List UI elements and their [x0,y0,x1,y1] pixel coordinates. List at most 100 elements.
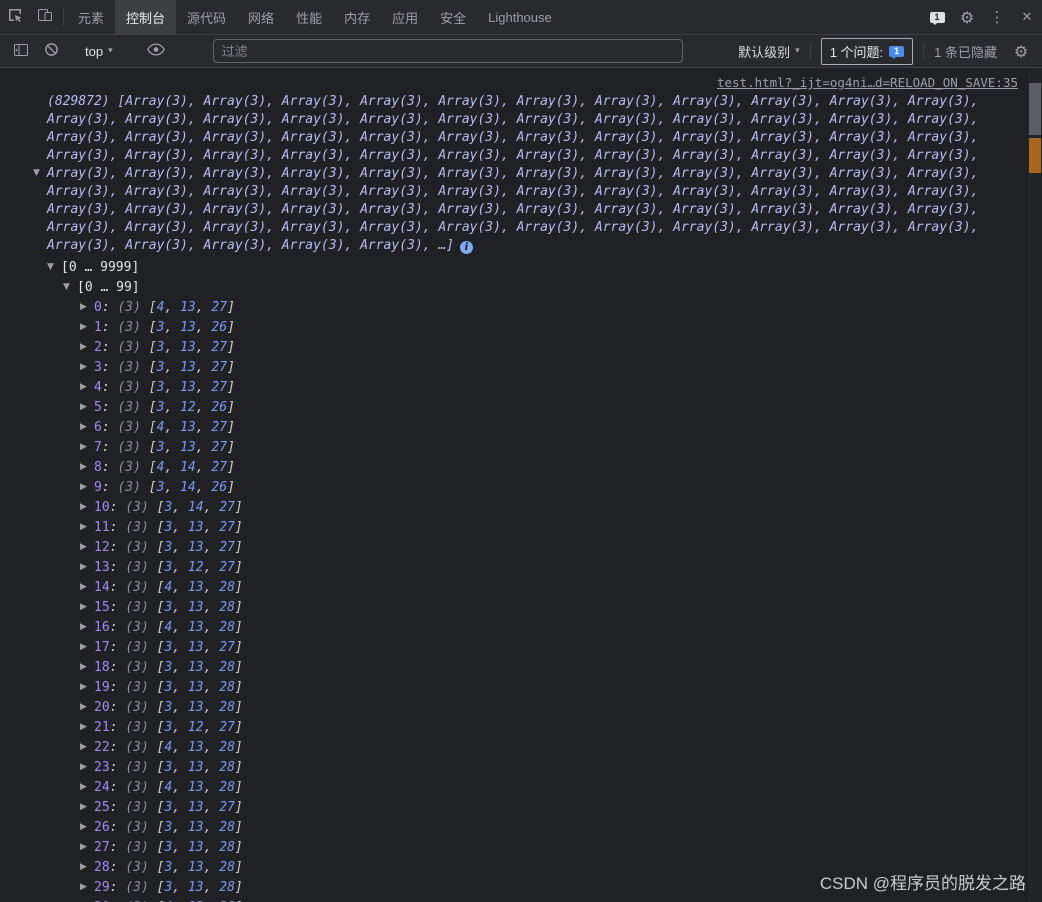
info-icon[interactable]: i [460,241,473,254]
expander-triangle-icon[interactable]: ▶ [80,422,94,432]
array-item-row[interactable]: ▶ 18: (3) [3, 13, 28] [80,657,990,677]
array-range-group[interactable]: ▼ [0 … 9999] [47,257,990,277]
expander-triangle-icon[interactable]: ▶ [80,302,94,312]
array-item-row[interactable]: ▶ 4: (3) [3, 13, 27] [80,377,990,397]
expander-triangle-icon[interactable]: ▶ [80,542,94,552]
expander-triangle-icon[interactable]: ▶ [80,362,94,372]
array-item-row[interactable]: ▶ 2: (3) [3, 13, 27] [80,337,990,357]
array-item-row[interactable]: ▶ 0: (3) [4, 13, 27] [80,297,990,317]
tab-security[interactable]: 安全 [429,0,477,34]
tab-performance[interactable]: 性能 [285,0,333,34]
array-index: 5 [94,399,102,415]
array-item-row[interactable]: ▶ 1: (3) [3, 13, 26] [80,317,990,337]
array-item-row[interactable]: ▶ 9: (3) [3, 14, 26] [80,477,990,497]
array-item-row[interactable]: ▶ 8: (3) [4, 14, 27] [80,457,990,477]
console-settings-button[interactable]: ⚙ [1006,42,1036,61]
array-range-group[interactable]: ▼ [0 … 99] [63,277,990,297]
array-item-row[interactable]: ▶ 10: (3) [3, 14, 27] [80,497,990,517]
array-item-row[interactable]: ▶ 17: (3) [3, 13, 27] [80,637,990,657]
expander-triangle-icon[interactable]: ▶ [80,482,94,492]
array-item-row[interactable]: ▶ 12: (3) [3, 13, 27] [80,537,990,557]
tab-application[interactable]: 应用 [381,0,429,34]
expander-triangle-icon[interactable]: ▶ [80,682,94,692]
expander-triangle-icon[interactable]: ▶ [80,342,94,352]
expander-triangle-icon[interactable]: ▶ [80,762,94,772]
range-label: [0 … 99] [77,279,140,295]
array-index: 22 [94,739,110,755]
tab-memory[interactable]: 内存 [333,0,381,34]
expander-triangle-icon[interactable]: ▶ [80,802,94,812]
array-item-row[interactable]: ▶ 13: (3) [3, 12, 27] [80,557,990,577]
sidebar-panel-icon [13,42,29,61]
array-item-row[interactable]: ▶ 3: (3) [3, 13, 27] [80,357,990,377]
expander-triangle-icon[interactable]: ▶ [80,642,94,652]
scrollbar[interactable] [1028,68,1042,902]
expander-triangle-icon[interactable]: ▶ [80,862,94,872]
source-location-link[interactable]: test.html?_ijt=og4ni…d=RELOAD_ON_SAVE:35 [717,75,1018,90]
tab-lighthouse[interactable]: Lighthouse [477,0,563,34]
clear-console-button[interactable] [36,42,66,60]
expander-triangle-icon[interactable]: ▼ [33,168,40,178]
array-item-row[interactable]: ▶ 15: (3) [3, 13, 28] [80,597,990,617]
expander-triangle-icon[interactable]: ▶ [80,722,94,732]
array-item-row[interactable]: ▶ 23: (3) [3, 13, 28] [80,757,990,777]
array-item-row[interactable]: ▶ 14: (3) [4, 13, 28] [80,577,990,597]
expander-triangle-icon[interactable]: ▶ [80,502,94,512]
array-item-row[interactable]: ▶ 6: (3) [4, 13, 27] [80,417,990,437]
expander-triangle-icon[interactable]: ▶ [80,322,94,332]
array-item-row[interactable]: ▶30: (3) [4, 13, 28] [80,897,990,902]
array-item-row[interactable]: ▶ 20: (3) [3, 13, 28] [80,697,990,717]
array-index: 4 [94,379,102,395]
expander-triangle-icon[interactable]: ▶ [80,822,94,832]
array-item-row[interactable]: ▶ 24: (3) [4, 13, 28] [80,777,990,797]
array-item-row[interactable]: ▶ 11: (3) [3, 13, 27] [80,517,990,537]
javascript-context-selector[interactable]: top ▾ [85,44,113,59]
expander-triangle-icon[interactable]: ▶ [80,522,94,532]
inspect-element-button[interactable] [0,0,30,34]
expander-triangle-icon[interactable]: ▶ [80,562,94,572]
array-item-row[interactable]: ▶ 19: (3) [3, 13, 28] [80,677,990,697]
close-devtools-button[interactable]: ✕ [1012,0,1042,34]
expander-triangle-icon[interactable]: ▶ [80,602,94,612]
tab-console[interactable]: 控制台 [115,0,177,34]
array-index: 3 [94,359,102,375]
create-live-expression-button[interactable] [141,43,171,59]
expander-triangle-icon[interactable]: ▶ [80,402,94,412]
expander-triangle-icon[interactable]: ▶ [80,442,94,452]
settings-button[interactable]: ⚙ [952,0,982,34]
tab-elements[interactable]: 元素 [67,0,115,34]
array-item-row[interactable]: ▶ 26: (3) [3, 13, 28] [80,817,990,837]
expander-triangle-icon[interactable]: ▼ [47,262,61,272]
expander-triangle-icon[interactable]: ▶ [80,782,94,792]
expander-triangle-icon[interactable]: ▶ [80,662,94,672]
array-item-row[interactable]: ▶ 21: (3) [3, 12, 27] [80,717,990,737]
array-item-row[interactable]: ▶ 25: (3) [3, 13, 27] [80,797,990,817]
row-value-preview: : (3) [3, 13, 28] [109,599,243,615]
expander-triangle-icon[interactable]: ▶ [80,842,94,852]
expander-triangle-icon[interactable]: ▶ [80,882,94,892]
log-levels-dropdown[interactable]: 默认级别 ▾ [738,42,800,61]
array-item-row[interactable]: ▶ 22: (3) [4, 13, 28] [80,737,990,757]
tab-sources[interactable]: 源代码 [176,0,237,34]
expander-triangle-icon[interactable]: ▶ [80,622,94,632]
more-options-button[interactable]: ⋮ [982,0,1012,34]
array-item-row[interactable]: ▶ 5: (3) [3, 12, 26] [80,397,990,417]
array-item-row[interactable]: ▶ 27: (3) [3, 13, 28] [80,837,990,857]
array-item-row[interactable]: ▶ 16: (3) [4, 13, 28] [80,617,990,637]
tab-network[interactable]: 网络 [237,0,285,34]
expander-triangle-icon[interactable]: ▼ [63,282,77,292]
console-filter-input[interactable] [212,39,683,63]
array-preview[interactable]: (829872) [Array(3), Array(3), Array(3), … [47,93,990,255]
expander-triangle-icon[interactable]: ▶ [80,462,94,472]
scrollbar-thumb[interactable] [1029,83,1041,135]
array-index: 25 [94,799,110,815]
console-messages-badge-button[interactable]: 1 [922,0,952,34]
expander-triangle-icon[interactable]: ▶ [80,702,94,712]
expander-triangle-icon[interactable]: ▶ [80,742,94,752]
show-console-sidebar-button[interactable] [6,42,36,61]
array-item-row[interactable]: ▶ 7: (3) [3, 13, 27] [80,437,990,457]
expander-triangle-icon[interactable]: ▶ [80,582,94,592]
issues-counter-button[interactable]: 1 个问题: 1 [820,37,914,65]
toggle-device-toolbar-button[interactable] [30,0,60,34]
expander-triangle-icon[interactable]: ▶ [80,382,94,392]
